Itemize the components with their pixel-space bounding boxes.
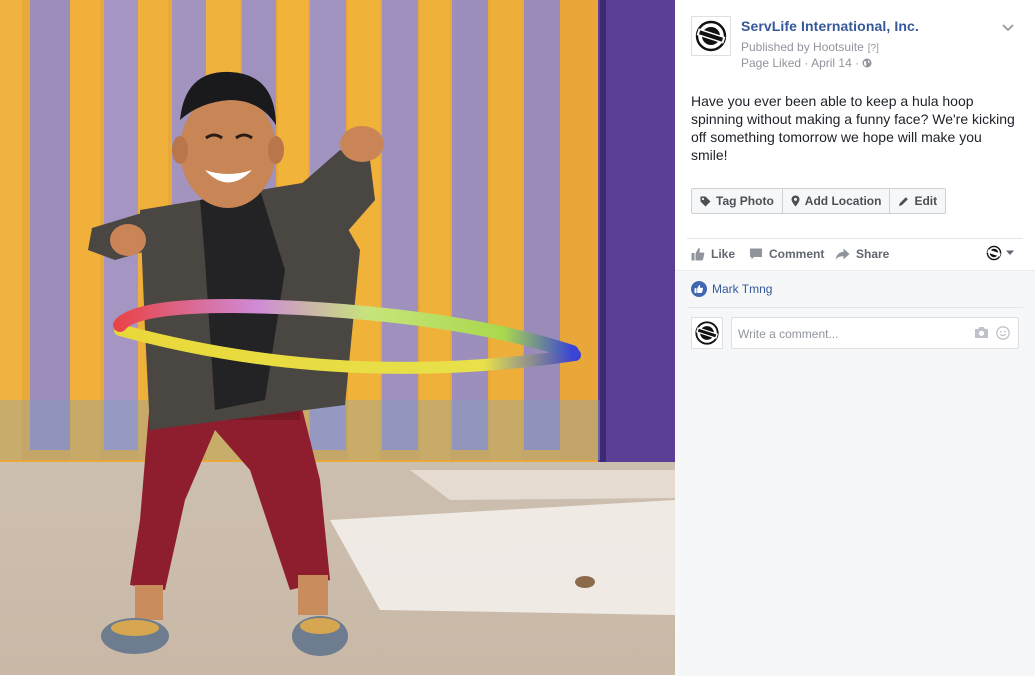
divider (687, 238, 1023, 239)
comment-composer (691, 315, 1019, 350)
share-icon (835, 248, 850, 260)
divider (687, 307, 1023, 308)
add-location-button[interactable]: Add Location (783, 189, 891, 213)
tag-photo-button[interactable]: Tag Photo (692, 189, 783, 213)
page-liked-text: Page Liked (741, 56, 802, 70)
share-button[interactable]: Share (835, 244, 889, 264)
liker-name-link[interactable]: Mark Tmng (712, 282, 772, 296)
meta-separator: · (804, 56, 809, 70)
pin-icon (791, 195, 800, 207)
published-help-link[interactable]: [?] (868, 43, 879, 54)
post-photo[interactable] (0, 0, 675, 675)
post-meta-line: Page Liked · April 14 · (741, 56, 872, 70)
persona-selector[interactable] (986, 245, 1015, 261)
tag-photo-label: Tag Photo (716, 194, 774, 208)
meta-separator: · (855, 56, 860, 70)
published-by-line: Published by Hootsuite [?] (741, 40, 879, 54)
published-by-text: Published by Hootsuite (741, 40, 864, 54)
commenter-avatar[interactable] (691, 317, 723, 349)
servlife-logo-small (986, 245, 1002, 261)
chevron-down-icon[interactable] (1001, 20, 1015, 34)
caret-down-icon (1006, 250, 1014, 255)
camera-icon[interactable] (974, 326, 989, 340)
ufi-section: Mark Tmng (675, 270, 1035, 676)
like-reaction-icon (691, 281, 707, 297)
add-location-label: Add Location (804, 194, 882, 208)
like-button[interactable]: Like (691, 244, 735, 264)
comment-input-icons (967, 326, 1010, 340)
photo-illustration (0, 0, 675, 675)
thumbs-up-icon (691, 248, 705, 261)
share-label: Share (856, 247, 890, 261)
page-avatar[interactable] (691, 16, 731, 56)
smiley-icon[interactable] (996, 326, 1010, 340)
comment-button[interactable]: Comment (749, 244, 824, 264)
post-header: ServLife International, Inc. Published b… (691, 16, 1025, 76)
comment-label: Comment (769, 247, 825, 261)
servlife-logo (695, 20, 727, 52)
tag-icon (700, 196, 711, 206)
photo-actions-bar: Tag Photo Add Location Edit (691, 188, 947, 214)
like-label: Like (711, 247, 736, 261)
likes-summary: Mark Tmng (691, 281, 772, 297)
pencil-icon (899, 196, 909, 206)
post-actions-bar: Like Comment Share (691, 240, 1019, 268)
post-date-link[interactable]: April 14 (811, 56, 852, 70)
comment-icon (750, 248, 762, 260)
edit-button[interactable]: Edit (890, 189, 945, 213)
globe-icon[interactable] (862, 58, 872, 68)
page-name-link[interactable]: ServLife International, Inc. (741, 18, 919, 34)
post-side-panel: ServLife International, Inc. Published b… (675, 0, 1035, 676)
comment-input[interactable] (736, 318, 960, 350)
comment-input-box (731, 317, 1019, 350)
post-message: Have you ever been able to keep a hula h… (691, 93, 1015, 163)
servlife-logo (695, 321, 719, 345)
edit-label: Edit (914, 194, 938, 208)
